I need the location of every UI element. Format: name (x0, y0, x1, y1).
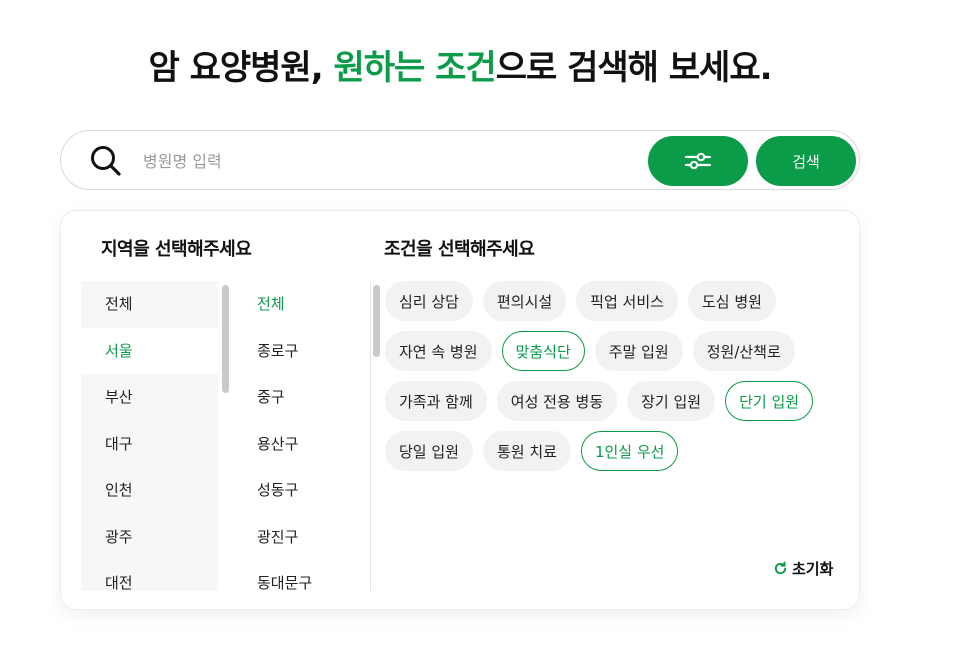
filter-button[interactable] (648, 136, 748, 186)
region-item[interactable]: 전체 (81, 281, 218, 328)
condition-chip[interactable]: 픽업 서비스 (576, 281, 678, 321)
subregion-item[interactable]: 성동구 (233, 467, 370, 514)
region-section-title: 지역을 선택해주세요 (101, 239, 252, 260)
sliders-icon (685, 152, 711, 170)
search-input[interactable] (143, 145, 593, 177)
region-list[interactable]: 전체 서울 부산 대구 인천 광주 대전 (81, 281, 218, 591)
region-item[interactable]: 광주 (81, 513, 218, 560)
reset-button[interactable]: 초기화 (773, 558, 833, 579)
region-item[interactable]: 대구 (81, 420, 218, 467)
filter-panel: 지역을 선택해주세요 조건을 선택해주세요 전체 서울 부산 대구 인천 광주 대전 전체 종… (60, 210, 860, 610)
condition-chip-list: 심리 상담 편의시설 픽업 서비스 도심 병원자연 속 병원 맞춤식단 주말 입원 정원/산… (385, 281, 845, 471)
search-bar: 검색 (60, 130, 860, 190)
region-item[interactable]: 서울 (81, 327, 218, 374)
subregion-scrollbar[interactable] (373, 285, 380, 357)
condition-chip[interactable]: 심리 상담 (385, 281, 473, 321)
subregion-item[interactable]: 종로구 (233, 328, 370, 375)
subregion-list[interactable]: 전체 종로구 중구 용산구 성동구 광진구 동대문구 (233, 281, 371, 591)
search-button[interactable]: 검색 (756, 136, 856, 186)
headline-part2: 으로 검색해 보세요. (495, 48, 773, 88)
condition-chip[interactable]: 자연 속 병원 (385, 331, 492, 371)
refresh-icon (774, 561, 787, 575)
condition-chip[interactable]: 맞춤식단 (501, 331, 585, 371)
search-icon (91, 146, 121, 176)
region-item[interactable]: 부산 (81, 374, 218, 421)
condition-chip[interactable]: 주말 입원 (594, 331, 683, 371)
region-scrollbar[interactable] (222, 285, 229, 393)
headline-part1: 암 요양병원, (148, 48, 334, 88)
headline-accent: 원하는 조건 (333, 48, 496, 88)
condition-section-title: 조건을 선택해주세요 (384, 239, 535, 260)
condition-chip[interactable]: 당일 입원 (385, 431, 473, 471)
region-item[interactable]: 인천 (81, 467, 218, 514)
condition-chip[interactable]: 정원/산책로 (692, 331, 795, 371)
condition-chip[interactable]: 여성 전용 병동 (496, 381, 618, 421)
condition-chip[interactable]: 1인실 우선 (580, 431, 679, 471)
reset-label: 초기화 (792, 560, 834, 578)
condition-chip[interactable]: 도심 병원 (687, 281, 776, 321)
condition-chip[interactable]: 편의시설 (482, 281, 567, 321)
subregion-item[interactable]: 전체 (233, 281, 370, 328)
region-item[interactable]: 대전 (81, 560, 218, 591)
condition-chip[interactable]: 통원 치료 (482, 431, 571, 471)
condition-chip[interactable]: 단기 입원 (725, 381, 814, 421)
subregion-item[interactable]: 광진구 (233, 514, 370, 561)
condition-chip[interactable]: 가족과 함께 (385, 381, 487, 421)
condition-chip[interactable]: 장기 입원 (627, 381, 716, 421)
subregion-item[interactable]: 중구 (233, 374, 370, 421)
page-headline: 암 요양병원, 원하는 조건으로 검색해 보세요. (0, 40, 920, 89)
subregion-item[interactable]: 동대문구 (233, 560, 370, 591)
subregion-item[interactable]: 용산구 (233, 421, 370, 468)
